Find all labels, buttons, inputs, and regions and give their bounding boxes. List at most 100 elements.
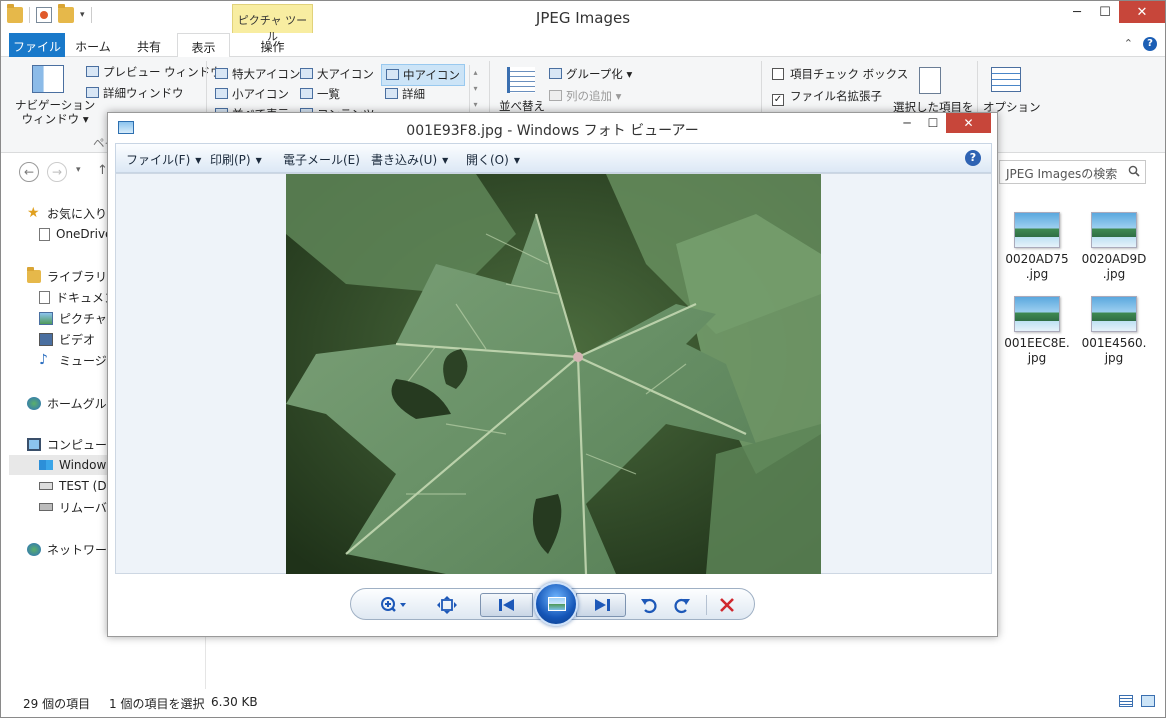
nav-label: ピクチャ <box>59 311 107 326</box>
preview-pane-button[interactable]: プレビュー ウィンドウ <box>86 64 222 80</box>
pane-divider[interactable] <box>205 631 206 689</box>
small-icons-icon <box>215 88 228 99</box>
details-pane-button[interactable]: 詳細ウィンドウ <box>86 85 184 101</box>
slideshow-button[interactable] <box>534 582 578 626</box>
add-columns-button[interactable]: 列の追加 ▾ <box>549 88 621 104</box>
ribbon-collapse-icon[interactable]: ⌃ <box>1124 37 1133 51</box>
hide-selected-icon[interactable] <box>919 67 941 94</box>
image-thumbnail <box>1091 212 1137 248</box>
layout-extra-large[interactable]: 特大アイコン <box>215 66 300 82</box>
file-name: 0020AD9D <box>1081 252 1147 266</box>
explorer-title: JPEG Images <box>535 9 631 27</box>
computer-icon <box>27 437 41 451</box>
recent-locations-icon[interactable]: ▾ <box>76 165 81 175</box>
tab-home[interactable]: ホーム <box>69 33 117 57</box>
details-view-icon[interactable] <box>1119 695 1133 707</box>
windows-drive-icon <box>39 460 53 470</box>
preview-pane-label: プレビュー ウィンドウ <box>103 65 222 79</box>
delete-icon <box>720 598 734 612</box>
file-item[interactable]: 0020AD9D .jpg <box>1079 212 1149 282</box>
layout-scroll[interactable]: ▴ ▾ ▾ <box>469 65 481 115</box>
dropdown-arrow-icon: ▼ <box>195 156 202 165</box>
viewer-close-button[interactable]: ✕ <box>946 113 991 133</box>
rotate-right-button[interactable] <box>671 595 693 615</box>
tab-manage[interactable]: 操作 <box>232 33 313 57</box>
tab-share[interactable]: 共有 <box>125 33 173 57</box>
maximize-button[interactable]: ☐ <box>1091 1 1119 23</box>
status-bar: 29 個の項目 1 個の項目を選択 6.30 KB <box>1 687 1165 717</box>
actual-size-icon <box>437 596 457 614</box>
viewer-content-area <box>115 173 992 574</box>
tab-file[interactable]: ファイル <box>9 33 65 57</box>
minimize-button[interactable]: ─ <box>1063 1 1091 23</box>
status-selected: 1 個の項目を選択 <box>109 697 205 711</box>
layout-medium[interactable]: 中アイコン <box>381 64 465 86</box>
file-item[interactable]: 0020AD75 .jpg <box>1002 212 1072 282</box>
nav-label: お気に入り <box>47 206 108 221</box>
star-icon: ★ <box>27 204 40 221</box>
file-ext: jpg <box>1027 351 1047 365</box>
nav-pane-button[interactable]: ナビゲーション ウィンドウ ▾ <box>15 98 95 126</box>
layout-large[interactable]: 大アイコン <box>300 66 374 82</box>
image-thumbnail <box>1014 212 1060 248</box>
menu-file[interactable]: ファイル(F) ▼ <box>126 151 201 168</box>
file-ext: .jpg <box>1025 267 1049 281</box>
fig-leaf-image <box>286 174 821 574</box>
help-icon[interactable]: ? <box>1143 37 1157 51</box>
nav-label: OneDrive <box>56 227 113 241</box>
layout-details[interactable]: 詳細 <box>385 86 425 102</box>
file-item[interactable]: 001EEC8E. jpg <box>1002 296 1072 366</box>
menu-print[interactable]: 印刷(P) ▼ <box>210 151 262 168</box>
layout-small[interactable]: 小アイコン <box>215 86 289 102</box>
file-item[interactable]: 001E4560. jpg <box>1079 296 1149 366</box>
back-button[interactable]: ← <box>19 162 39 182</box>
file-name: 001E4560. <box>1081 336 1147 350</box>
image-thumbnail <box>1014 296 1060 332</box>
menu-burn[interactable]: 書き込み(U) ▼ <box>371 151 448 168</box>
next-button[interactable] <box>576 593 626 617</box>
forward-button[interactable]: → <box>47 162 67 182</box>
file-ext: jpg <box>1104 351 1124 365</box>
details-pane-label: 詳細ウィンドウ <box>103 86 184 100</box>
menu-email[interactable]: 電子メール(E) <box>283 151 360 168</box>
previous-icon <box>499 599 514 611</box>
actual-size-button[interactable] <box>435 595 459 615</box>
rotate-counterclockwise-icon <box>641 598 657 614</box>
large-icons-view-icon[interactable] <box>1141 695 1155 707</box>
tab-view[interactable]: 表示 <box>177 33 230 58</box>
layout-label: 一覧 <box>317 87 340 101</box>
options-icon[interactable] <box>991 67 1021 92</box>
viewer-minimize-button[interactable]: ─ <box>894 113 920 133</box>
close-button[interactable]: ✕ <box>1119 1 1165 23</box>
zoom-button[interactable] <box>377 595 411 615</box>
item-checkboxes-toggle[interactable]: 項目チェック ボックス <box>772 66 908 82</box>
ribbon-tabs: ファイル ホーム 共有 表示 操作 <box>1 33 1165 58</box>
rotate-left-button[interactable] <box>638 595 660 615</box>
preview-pane-icon <box>86 66 99 77</box>
add-columns-label: 列の追加 <box>566 89 612 103</box>
videos-icon <box>39 332 53 346</box>
menu-label: ファイル(F) <box>126 153 191 167</box>
search-input[interactable]: JPEG Imagesの検索 <box>999 160 1146 184</box>
viewer-maximize-button[interactable]: ☐ <box>920 113 946 133</box>
file-extensions-toggle[interactable]: ✓ ファイル名拡張子 <box>772 88 882 106</box>
item-checkboxes-label: 項目チェック ボックス <box>790 67 909 81</box>
delete-button[interactable] <box>715 595 739 615</box>
file-name: 0020AD75 <box>1005 252 1069 266</box>
list-icon <box>300 88 313 99</box>
status-size: 6.30 KB <box>211 695 258 709</box>
libraries-icon <box>27 266 41 283</box>
explorer-titlebar: ▾ JPEG Images ─ ☐ ✕ <box>1 1 1165 33</box>
viewer-help-icon[interactable]: ? <box>965 150 981 166</box>
image-thumbnail <box>1091 296 1137 332</box>
slideshow-icon <box>548 597 566 611</box>
sort-icon[interactable] <box>507 67 535 93</box>
group-by-button[interactable]: グループ化 ▾ <box>549 66 632 82</box>
menu-open[interactable]: 開く(O) ▼ <box>466 151 520 168</box>
toolbar-separator <box>706 595 707 615</box>
layout-list[interactable]: 一覧 <box>300 86 340 102</box>
nav-pane-icon[interactable] <box>32 65 64 93</box>
previous-button[interactable] <box>480 593 533 617</box>
homegroup-icon <box>27 396 41 410</box>
document-icon <box>39 290 50 304</box>
